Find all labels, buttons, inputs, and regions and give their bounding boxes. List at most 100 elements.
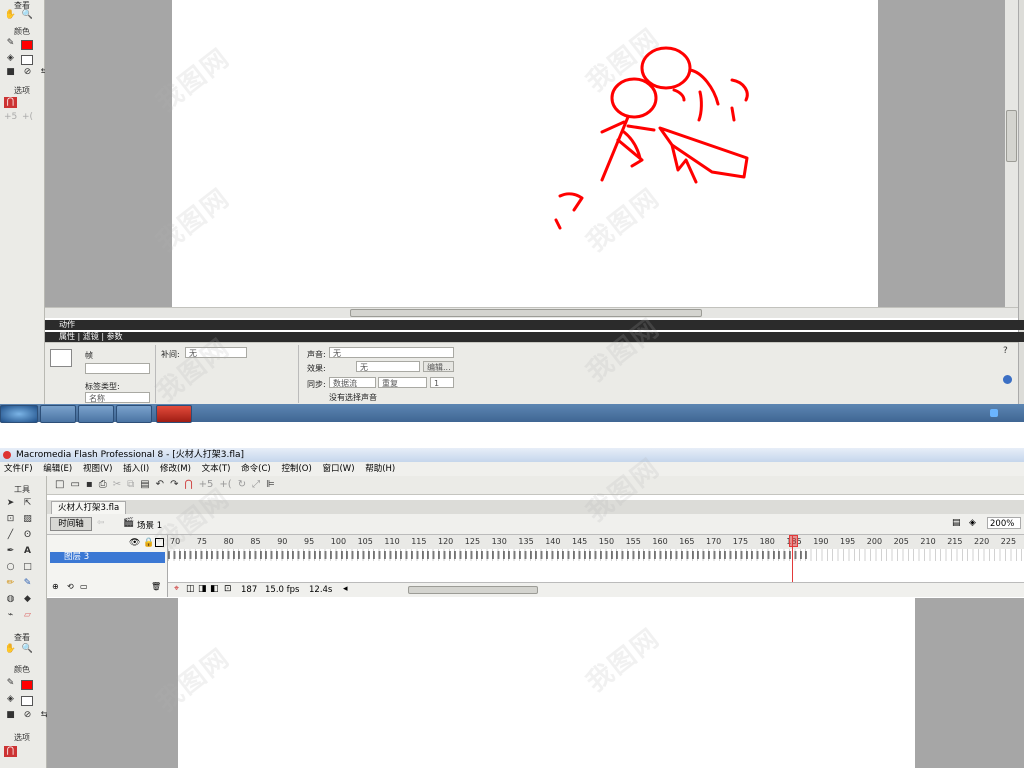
zoom-tool-icon[interactable]: 🔍: [21, 10, 34, 21]
black-white-icon[interactable]: ■: [4, 710, 17, 721]
onion-skin-icon[interactable]: ◫: [186, 584, 195, 594]
menu-help[interactable]: 帮助(H): [365, 464, 395, 474]
menu-insert[interactable]: 插入(I): [123, 464, 149, 474]
tray-icon[interactable]: [990, 409, 998, 417]
paste-icon[interactable]: ▤: [140, 479, 149, 490]
edit-scene-icon[interactable]: ▤: [952, 518, 961, 528]
menu-commands[interactable]: 命令(C): [241, 464, 271, 474]
stroke-color-swatch[interactable]: [21, 680, 33, 690]
eraser-icon[interactable]: ▱: [21, 610, 34, 621]
menu-window[interactable]: 窗口(W): [322, 464, 354, 474]
snap-icon[interactable]: ⋂: [4, 746, 17, 757]
onion-outline-icon[interactable]: ◨: [198, 584, 207, 594]
eye-icon[interactable]: 👁: [129, 538, 140, 548]
rotate-icon[interactable]: ↻: [238, 479, 246, 490]
stage-canvas-top[interactable]: [172, 0, 878, 307]
snap-icon[interactable]: ⋂: [4, 97, 17, 108]
new-file-icon[interactable]: □: [55, 479, 64, 490]
taskbar-folder-icon[interactable]: [78, 405, 114, 423]
stroke-color-swatch[interactable]: [21, 40, 33, 50]
start-button[interactable]: [0, 405, 38, 423]
black-white-icon[interactable]: ■: [4, 67, 17, 78]
lock-icon[interactable]: 🔒: [143, 538, 154, 548]
scale-icon[interactable]: ⤢: [252, 479, 260, 490]
horizontal-scrollbar[interactable]: [45, 307, 1018, 318]
properties-tab[interactable]: 属性: [59, 332, 75, 341]
hand-tool-icon[interactable]: ✋: [4, 10, 17, 21]
frame-track[interactable]: [168, 549, 1024, 561]
arrow-tool-icon[interactable]: ➤: [4, 498, 17, 509]
actions-panel-header[interactable]: 动作: [45, 320, 1024, 330]
taskbar-flash-icon[interactable]: [156, 405, 192, 423]
edit-button[interactable]: 编辑...: [423, 361, 454, 372]
stage-canvas-bottom[interactable]: [178, 598, 915, 768]
taskbar-browser-icon[interactable]: [116, 405, 152, 423]
add-folder-icon[interactable]: ▭: [80, 582, 88, 591]
outline-icon[interactable]: [155, 538, 164, 547]
menu-modify[interactable]: 修改(M): [160, 464, 191, 474]
eyedropper-icon[interactable]: ⌁: [4, 610, 17, 621]
no-color-icon[interactable]: ⊘: [21, 67, 34, 78]
fill-color-swatch[interactable]: [21, 55, 33, 65]
playhead[interactable]: [789, 535, 798, 585]
effect-select[interactable]: 无: [356, 361, 420, 372]
stroke-color-icon[interactable]: ✎: [4, 38, 17, 49]
smooth-toolbar-icon[interactable]: +5: [199, 479, 214, 490]
scroll-left-icon[interactable]: ◂: [343, 584, 348, 594]
repeat-count-input[interactable]: 1: [430, 377, 454, 388]
menu-control[interactable]: 控制(O): [281, 464, 311, 474]
horizontal-scroll-thumb[interactable]: [350, 309, 702, 317]
back-arrow-icon[interactable]: ⇦: [97, 518, 105, 528]
text-tool-icon[interactable]: A: [21, 546, 34, 557]
oval-tool-icon[interactable]: ○: [4, 562, 17, 573]
redo-icon[interactable]: ↷: [170, 479, 178, 490]
edit-symbol-icon[interactable]: ◈: [969, 518, 976, 528]
properties-panel-header[interactable]: 属性 | 滤镜 | 参数: [45, 332, 1024, 342]
timeline-toggle-button[interactable]: 时间轴: [50, 517, 92, 531]
add-guide-icon[interactable]: ⟲: [67, 582, 74, 591]
hand-tool-icon[interactable]: ✋: [4, 644, 17, 655]
center-frame-icon[interactable]: ⌖: [174, 584, 179, 594]
repeat-select[interactable]: 重复: [378, 377, 427, 388]
playhead-handle[interactable]: [789, 535, 798, 547]
fill-color-icon[interactable]: ◈: [4, 53, 17, 64]
layer-name[interactable]: 图层 3: [64, 552, 89, 562]
brush-tool-icon[interactable]: ✎: [21, 578, 34, 589]
ink-bottle-icon[interactable]: ◍: [4, 594, 17, 605]
no-color-icon[interactable]: ⊘: [21, 710, 34, 721]
zoom-tool-icon[interactable]: 🔍: [21, 644, 34, 655]
snap-toolbar-icon[interactable]: ⋂: [184, 479, 192, 490]
undo-icon[interactable]: ↶: [156, 479, 164, 490]
stroke-color-icon[interactable]: ✎: [4, 678, 17, 689]
help-icon[interactable]: ?: [1003, 346, 1008, 356]
actions-tab[interactable]: 动作: [59, 320, 75, 329]
rectangle-tool-icon[interactable]: □: [21, 562, 34, 573]
timeline-scroll-thumb[interactable]: [408, 586, 538, 594]
layer-row[interactable]: 图层 3: [50, 552, 165, 563]
edit-multiple-icon[interactable]: ◧: [210, 584, 219, 594]
free-transform-icon[interactable]: ⊡: [4, 514, 17, 525]
menu-file[interactable]: 文件(F): [4, 464, 33, 474]
keyframes[interactable]: [168, 551, 808, 559]
filters-tab[interactable]: 滤镜: [83, 332, 99, 341]
fill-transform-icon[interactable]: ▨: [21, 514, 34, 525]
sound-select[interactable]: 无: [329, 347, 454, 358]
vertical-scroll-thumb[interactable]: [1006, 110, 1017, 162]
sync-select[interactable]: 数据流: [329, 377, 376, 388]
add-layer-icon[interactable]: ⊕: [52, 582, 59, 591]
delete-layer-icon[interactable]: 🗑: [151, 582, 161, 591]
fill-color-swatch[interactable]: [21, 696, 33, 706]
vertical-scrollbar[interactable]: [1005, 0, 1018, 307]
fill-color-icon[interactable]: ◈: [4, 694, 17, 705]
pencil-tool-icon[interactable]: ✏: [4, 578, 17, 589]
menu-view[interactable]: 视图(V): [83, 464, 112, 474]
open-file-icon[interactable]: ▭: [70, 479, 79, 490]
menu-edit[interactable]: 编辑(E): [43, 464, 72, 474]
accessibility-icon[interactable]: [1003, 375, 1012, 384]
save-icon[interactable]: ▪: [86, 479, 93, 490]
zoom-select[interactable]: 200%: [987, 517, 1021, 529]
frame-ruler[interactable]: 70 75 80 85 90 95 100 105 110 115 120 125 130 135 140 1…: [168, 535, 1024, 550]
document-tab[interactable]: 火材人打架3.fla: [51, 501, 127, 514]
cut-icon[interactable]: ✂: [113, 479, 121, 490]
frame-name-input[interactable]: [85, 363, 150, 374]
